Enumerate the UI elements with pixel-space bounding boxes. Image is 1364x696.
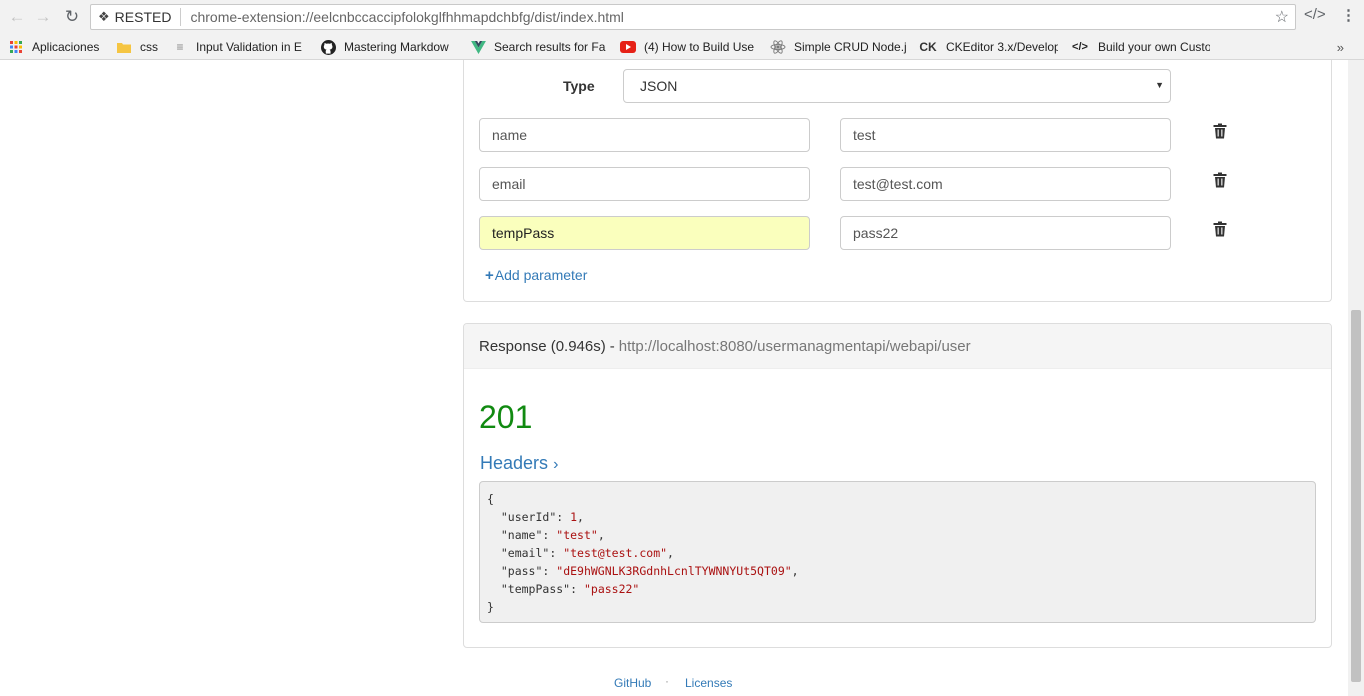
ckeditor-icon: CK — [919, 40, 937, 54]
folder-icon — [116, 39, 132, 55]
delete-trash-icon[interactable] — [1213, 221, 1227, 237]
bookmark-label: (4) How to Build Use — [644, 40, 755, 54]
scrollbar-thumb[interactable] — [1351, 310, 1361, 682]
bookmark-item[interactable]: Search results for Fa — [470, 38, 608, 56]
bookmark-item[interactable]: Aplicaciones — [8, 38, 108, 56]
bookmark-label: Simple CRUD Node.j — [794, 40, 907, 54]
param-value-text: pass22 — [853, 225, 899, 241]
param-value-text: test — [853, 127, 876, 143]
param-value-input[interactable]: test@test.com — [840, 167, 1171, 201]
param-key-text: email — [492, 176, 526, 192]
json-brace-close: } — [487, 600, 494, 614]
bookmark-star-icon[interactable]: ☆ — [1275, 7, 1289, 27]
json-comma: , — [597, 528, 605, 542]
menu-kebab-icon[interactable]: ⋮ — [1341, 6, 1356, 24]
headers-toggle[interactable]: Headers › — [480, 453, 558, 474]
json-key: "tempPass" — [500, 582, 571, 596]
bookmark-item[interactable]: (4) How to Build Use — [620, 38, 760, 56]
devtools-code-icon[interactable]: </> — [1304, 6, 1326, 23]
json-key: "userId" — [500, 510, 557, 524]
back-icon[interactable]: ← — [7, 7, 27, 27]
json-comma: , — [791, 564, 799, 578]
response-panel: Response (0.946s) - http://localhost:808… — [463, 323, 1332, 648]
extension-puzzle-icon: ❖ — [98, 9, 110, 24]
bookmark-label: CKEditor 3.x/Develop — [946, 40, 1058, 54]
page-icon: ≡ — [176, 40, 184, 54]
type-select[interactable]: JSON ▼ — [623, 69, 1171, 103]
code-icon: </> — [1072, 41, 1088, 53]
plus-icon: + — [485, 267, 494, 284]
site-chip: RESTED — [114, 9, 172, 25]
param-value-text: test@test.com — [853, 176, 943, 192]
param-key-text: tempPass — [492, 225, 555, 241]
json-value: "test@test.com" — [563, 546, 668, 560]
url-text: chrome-extension://eelcnbccaccipfolokglf… — [190, 9, 624, 25]
bookmarks-overflow-icon[interactable]: » — [1337, 40, 1344, 55]
param-value-input[interactable]: pass22 — [840, 216, 1171, 250]
licenses-link[interactable]: Licenses — [685, 676, 732, 690]
chevron-right-icon: › — [553, 456, 559, 473]
select-caret-icon: ▼ — [1155, 80, 1164, 90]
response-separator: - — [609, 337, 615, 355]
json-key: "email" — [500, 546, 550, 560]
headers-label: Headers — [480, 453, 549, 473]
apps-grid-icon — [8, 39, 24, 55]
type-select-value: JSON — [640, 78, 678, 94]
json-key: "pass" — [500, 564, 543, 578]
json-value: 1 — [570, 510, 578, 524]
delete-trash-icon[interactable] — [1213, 172, 1227, 188]
browser-toolbar: ← → ↻ ❖ RESTED chrome-extension://eelcnb… — [0, 0, 1364, 34]
response-header: Response (0.946s) - http://localhost:808… — [464, 324, 1331, 369]
response-url: http://localhost:8080/usermanagmentapi/w… — [618, 337, 971, 355]
bookmark-label: Aplicaciones — [32, 40, 100, 54]
bookmark-item[interactable]: ≡ Input Validation in E — [172, 38, 308, 56]
bookmark-item[interactable]: Simple CRUD Node.j — [770, 38, 908, 56]
param-key-input[interactable]: name — [479, 118, 810, 152]
bookmark-label: css — [140, 40, 158, 54]
address-bar[interactable]: ❖ RESTED chrome-extension://eelcnbccacci… — [90, 4, 1296, 30]
json-key: "name" — [500, 528, 543, 542]
react-icon — [770, 39, 786, 55]
github-icon — [320, 39, 336, 55]
param-value-input[interactable]: test — [840, 118, 1171, 152]
param-key-input[interactable]: tempPass — [479, 216, 810, 250]
github-link[interactable]: GitHub — [614, 676, 651, 690]
bookmark-item[interactable]: Mastering Markdow — [320, 38, 456, 56]
json-comma: , — [667, 546, 674, 560]
reload-icon[interactable]: ↻ — [62, 7, 82, 27]
footer-dot: · — [665, 674, 669, 688]
bookmarks-bar: Aplicaciones css ≡ Input Validation in E… — [0, 34, 1364, 60]
add-parameter-label: Add parameter — [494, 267, 588, 283]
bookmark-label: Mastering Markdow — [344, 40, 449, 54]
bookmark-label: Build your own Custo — [1098, 40, 1210, 54]
bookmark-label: Search results for Fa — [494, 40, 606, 54]
json-value: "dE9hWGNLK3RGdnhLcnlTYWNNYUt5QT09" — [556, 564, 792, 578]
json-value: "test" — [556, 528, 598, 542]
address-separator — [180, 8, 182, 26]
json-comma: , — [577, 510, 584, 524]
bookmark-item[interactable]: CK CKEditor 3.x/Develop — [918, 38, 1058, 56]
json-brace-open: { — [487, 492, 494, 506]
forward-icon[interactable]: → — [33, 7, 53, 27]
delete-trash-icon[interactable] — [1213, 123, 1227, 139]
bookmark-item[interactable]: css — [116, 38, 164, 56]
response-body: { "userId": 1, "name": "test", "email": … — [479, 481, 1316, 623]
vue-icon — [470, 39, 486, 55]
page-viewport: Type JSON ▼ name test email test@test.co… — [0, 60, 1348, 696]
param-key-text: name — [492, 127, 528, 143]
param-key-input[interactable]: email — [479, 167, 810, 201]
response-label: Response (0.946s) — [479, 337, 606, 355]
youtube-icon — [620, 39, 636, 55]
status-code: 201 — [479, 399, 533, 435]
json-value: "pass22" — [583, 582, 640, 596]
page-scrollbar[interactable] — [1348, 60, 1364, 696]
add-parameter-link[interactable]: +Add parameter — [485, 267, 587, 284]
bookmark-label: Input Validation in E — [196, 40, 302, 54]
bookmark-item[interactable]: </> Build your own Custo — [1070, 38, 1210, 56]
type-label: Type — [563, 78, 595, 94]
